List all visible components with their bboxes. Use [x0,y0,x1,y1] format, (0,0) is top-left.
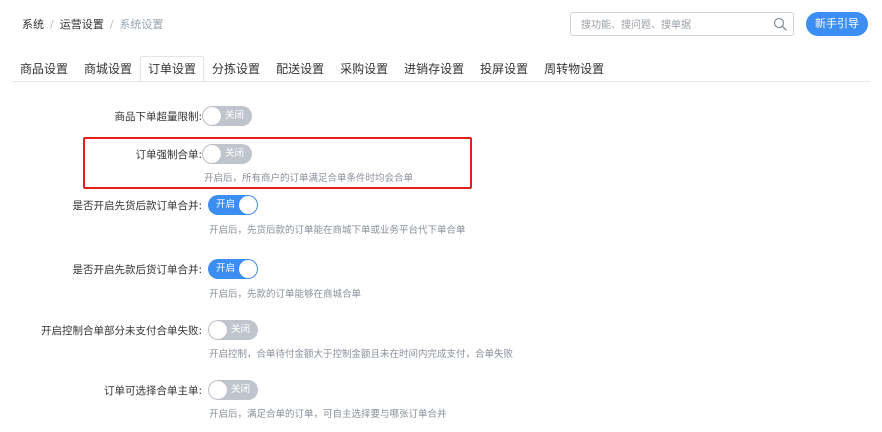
toggle-text: 关闭 [225,110,245,121]
tab-sorting-settings[interactable]: 分拣设置 [204,56,268,82]
toggle-knob [239,260,257,278]
setting-hint: 开启后，满足合单的订单，可自主选择要与哪张订单合并 [209,409,447,420]
setting-label: 是否开启先款后货订单合并: [72,264,202,276]
toggle-switch-off[interactable]: 关闭 [202,144,252,164]
breadcrumb-current: 系统设置 [119,18,164,31]
breadcrumb-item-system[interactable]: 系统 [22,16,44,32]
tab-divider [12,81,870,82]
toggle-knob [209,321,227,339]
toggle-knob [203,145,221,163]
setting-label: 商品下单超量限制: [114,111,202,123]
tab-order-settings[interactable]: 订单设置 [140,56,205,82]
tab-inventory-settings[interactable]: 进销存设置 [396,56,472,82]
breadcrumb-separator: / [50,17,54,31]
toggle-text: 关闭 [225,148,245,159]
breadcrumb-separator: / [109,17,114,31]
tab-turnover-settings[interactable]: 周转物设置 [536,56,612,82]
tab-product-settings[interactable]: 商品设置 [12,56,76,82]
toggle-knob [203,107,221,125]
toggle-text: 关闭 [231,384,251,395]
tab-delivery-settings[interactable]: 配送设置 [268,56,332,82]
toggle-text: 关闭 [231,324,251,335]
breadcrumb: 系统 / 运营设置 / 系统设置 [22,16,163,32]
setting-hint: 开启后，先货后款的订单能在商城下单或业务平台代下单合单 [209,225,466,236]
toggle-switch-on[interactable]: 开启 [208,195,258,215]
setting-hint: 开启控制，合单待付金额大于控制金额且未在时间内完成支付，合单失败 [209,349,514,360]
search-icon[interactable] [773,17,787,31]
toggle-switch-off[interactable]: 关闭 [208,380,258,400]
tab-purchase-settings[interactable]: 采购设置 [332,56,396,82]
toggle-knob [209,381,227,399]
setting-hint: 开启后，所有商户的订单满足合单条件时均会合单 [204,173,414,184]
toggle-switch-on[interactable]: 开启 [208,259,258,279]
setting-label: 是否开启先货后款订单合并: [72,200,202,212]
toggle-switch-off[interactable]: 关闭 [202,106,252,126]
tab-screen-cast-settings[interactable]: 投屏设置 [472,56,536,82]
search-input[interactable] [571,14,761,37]
top-bar: 系统 / 运营设置 / 系统设置 新手引导 [0,0,882,48]
toggle-text: 开启 [216,263,236,274]
setting-label: 订单强制合单: [135,149,202,161]
toggle-switch-off[interactable]: 关闭 [208,320,258,340]
toggle-text: 开启 [216,199,236,210]
settings-tabs: 商品设置 商城设置 订单设置 分拣设置 配送设置 采购设置 进销存设置 投屏设置… [12,56,612,82]
beginner-guide-button[interactable]: 新手引导 [806,12,868,36]
search-box [570,12,794,37]
setting-label: 开启控制合单部分未支付合单失败: [40,325,202,337]
breadcrumb-item-operation-settings[interactable]: 运营设置 [60,16,104,32]
toggle-knob [239,196,257,214]
setting-label: 订单可选择合单主单: [103,385,202,397]
setting-hint: 开启后，先款的订单能够在商城合单 [209,289,362,300]
tab-mall-settings[interactable]: 商城设置 [76,56,140,82]
